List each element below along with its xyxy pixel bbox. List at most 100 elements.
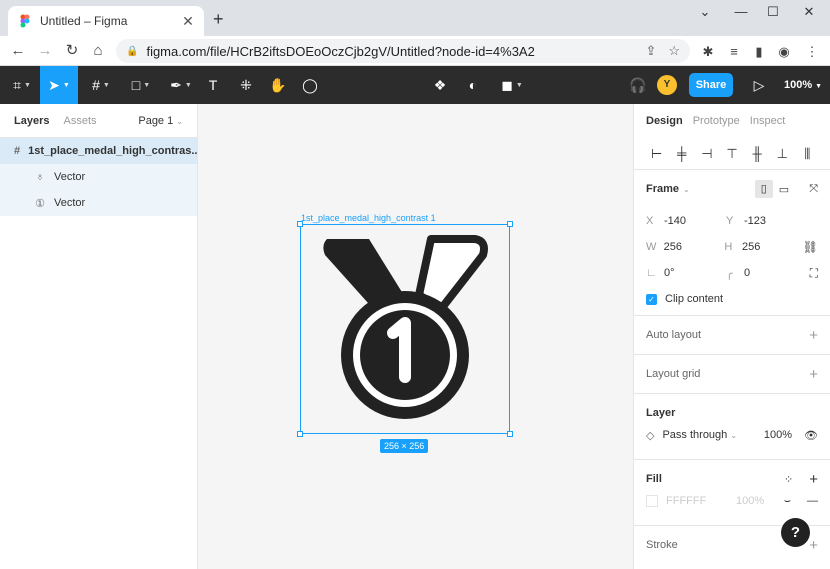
align-left-icon[interactable]: ⊢ bbox=[644, 146, 669, 162]
main-menu-button[interactable]: ⌗ ▼ bbox=[4, 66, 40, 104]
tab-design[interactable]: Design bbox=[646, 115, 683, 127]
frame-title[interactable]: Frame bbox=[646, 183, 679, 195]
fill-swatch[interactable] bbox=[646, 495, 658, 507]
profile-icon[interactable]: ◉ bbox=[776, 44, 792, 60]
frame-tool-button[interactable]: # ▼ bbox=[84, 66, 118, 104]
new-tab-icon[interactable]: + bbox=[213, 10, 224, 28]
constrain-proportions-icon[interactable]: ⛓ bbox=[803, 240, 818, 254]
comment-tool-button[interactable]: ◯ bbox=[298, 66, 322, 104]
minimize-icon[interactable]: — bbox=[726, 4, 756, 22]
align-top-icon[interactable]: ⊤ bbox=[719, 146, 744, 162]
present-button[interactable]: ▷ bbox=[748, 66, 770, 104]
browser-menu-icon[interactable]: ⋮ bbox=[804, 44, 820, 60]
forward-icon[interactable]: → bbox=[35, 41, 55, 61]
close-tab-icon[interactable]: ✕ bbox=[180, 13, 196, 30]
frame-label[interactable]: 1st_place_medal_high_contrast 1 bbox=[301, 213, 436, 223]
clip-content-checkbox[interactable]: ✓ bbox=[646, 293, 657, 305]
home-icon[interactable]: ⌂ bbox=[88, 41, 108, 61]
url-bar[interactable]: 🔒 figma.com/file/HCrB2iftsDOEoOczCjb2gV/… bbox=[116, 39, 690, 63]
share-page-icon[interactable]: ⇪ bbox=[645, 43, 656, 59]
design-canvas[interactable]: 1st_place_medal_high_contrast 1 256 × 25… bbox=[198, 104, 633, 569]
right-panel-tabs: Design Prototype Inspect bbox=[634, 104, 830, 138]
text-tool-button[interactable]: T bbox=[202, 66, 224, 104]
align-horizontal-center-icon[interactable]: ╪ bbox=[669, 146, 694, 161]
selected-frame[interactable] bbox=[297, 221, 513, 437]
close-window-icon[interactable]: ✕ bbox=[794, 4, 824, 22]
resize-handle[interactable] bbox=[507, 221, 513, 227]
back-icon[interactable]: ← bbox=[8, 41, 28, 61]
share-button[interactable]: Share bbox=[689, 73, 733, 97]
tab-layers[interactable]: Layers bbox=[14, 115, 49, 127]
hidden-eye-icon[interactable]: ⌣ bbox=[784, 495, 791, 508]
tab-inspect[interactable]: Inspect bbox=[750, 115, 785, 127]
pen-tool-button[interactable]: ✒ ▼ bbox=[164, 66, 198, 104]
component-button[interactable]: ❖ bbox=[428, 66, 452, 104]
chevron-down-icon: ⌄ bbox=[730, 431, 738, 440]
extensions-icon[interactable]: ✱ bbox=[700, 44, 716, 60]
cursor-icon: ➤ bbox=[48, 76, 60, 93]
maximize-icon[interactable]: ☐ bbox=[758, 4, 788, 22]
tab-prototype[interactable]: Prototype bbox=[693, 115, 740, 127]
auto-layout-section: Auto layout + bbox=[634, 316, 830, 355]
radius-input[interactable]: 0 bbox=[744, 267, 806, 279]
x-input[interactable]: -140 bbox=[664, 215, 726, 227]
boolean-button[interactable]: ◼ ▼ bbox=[496, 66, 528, 104]
resize-handle[interactable] bbox=[297, 221, 303, 227]
rotation-input[interactable]: 0° bbox=[664, 267, 726, 279]
landscape-icon[interactable]: ▭ bbox=[779, 183, 789, 196]
layer-vector-row[interactable]: ① Vector bbox=[0, 190, 197, 216]
browser-tab[interactable]: Untitled – Figma ✕ bbox=[8, 6, 204, 36]
figma-toolbar: ⌗ ▼ ➤ ▼ # ▼ □ ▼ ✒ ▼ T ⁜ ✋ ◯ ❖ ◐ ◼ ▼ 🎧 Y Share … bbox=[0, 66, 830, 104]
blend-mode-dropdown[interactable]: Pass through ⌄ bbox=[662, 429, 752, 441]
align-bottom-icon[interactable]: ⊥ bbox=[770, 146, 795, 162]
layer-opacity-input[interactable]: 100% bbox=[764, 429, 792, 441]
chevron-down-icon[interactable]: ⌄ bbox=[683, 185, 690, 194]
distribute-icon[interactable]: ⫼ bbox=[795, 146, 820, 162]
help-button[interactable]: ? bbox=[781, 518, 810, 547]
zoom-dropdown[interactable]: 100% ▼ bbox=[784, 66, 822, 104]
fill-opacity-input[interactable]: 100% bbox=[736, 495, 764, 507]
add-layout-grid-icon[interactable]: + bbox=[809, 366, 818, 383]
avatar[interactable]: Y bbox=[657, 75, 677, 95]
tab-assets[interactable]: Assets bbox=[63, 115, 96, 127]
independent-corners-icon[interactable]: ⛶ bbox=[810, 266, 818, 281]
height-input[interactable]: 256 bbox=[742, 241, 803, 253]
audio-button[interactable]: 🎧 bbox=[626, 66, 650, 104]
shape-tool-button[interactable]: □ ▼ bbox=[124, 66, 158, 104]
mask-button[interactable]: ◐ bbox=[461, 66, 485, 104]
frame-icon: # bbox=[92, 77, 100, 93]
properties-panel: Design Prototype Inspect ⊢ ╪ ⊣ ⊤ ╫ ⊥ ⫼ F… bbox=[633, 104, 830, 569]
contrast-icon: ◐ bbox=[468, 77, 478, 93]
media-icon[interactable]: ≡ bbox=[726, 44, 742, 60]
clip-content-label: Clip content bbox=[665, 293, 724, 305]
y-input[interactable]: -123 bbox=[744, 215, 806, 227]
page-selector[interactable]: Page 1 ⌄ bbox=[138, 115, 183, 127]
width-input[interactable]: 256 bbox=[664, 241, 725, 253]
add-fill-icon[interactable]: + bbox=[809, 471, 818, 488]
url-text: figma.com/file/HCrB2iftsDOEoOczCjb2gV/Un… bbox=[146, 43, 535, 59]
layer-frame-row[interactable]: # 1st_place_medal_high_contras... bbox=[0, 138, 197, 164]
resize-to-fit-icon[interactable]: ⤧ bbox=[809, 183, 818, 196]
fill-hex-input[interactable]: FFFFFF bbox=[666, 495, 736, 507]
styles-icon[interactable]: ⁘ bbox=[784, 473, 793, 486]
reload-icon[interactable]: ↻ bbox=[62, 41, 82, 61]
resources-button[interactable]: ⁜ bbox=[234, 66, 258, 104]
page-name: Page 1 bbox=[138, 114, 174, 127]
bookmark-star-icon[interactable]: ☆ bbox=[668, 43, 680, 59]
resize-handle[interactable] bbox=[507, 431, 513, 437]
remove-fill-icon[interactable]: — bbox=[807, 495, 818, 507]
chevron-down-icon[interactable]: ⌄ bbox=[690, 4, 720, 22]
portrait-icon[interactable]: ▯ bbox=[754, 180, 773, 198]
align-right-icon[interactable]: ⊣ bbox=[694, 146, 719, 162]
chevron-down-icon: ▼ bbox=[815, 83, 823, 90]
blend-row: ◇ Pass through ⌄ 100% 👁 bbox=[634, 422, 830, 448]
add-stroke-icon[interactable]: + bbox=[809, 537, 818, 554]
resize-handle[interactable] bbox=[297, 431, 303, 437]
move-tool-button[interactable]: ➤ ▼ bbox=[40, 66, 78, 104]
eye-icon[interactable]: 👁 bbox=[804, 429, 818, 442]
add-auto-layout-icon[interactable]: + bbox=[809, 327, 818, 344]
layer-vector-row[interactable]: ♁ Vector bbox=[0, 164, 197, 190]
align-vertical-center-icon[interactable]: ╫ bbox=[745, 146, 770, 161]
hand-tool-button[interactable]: ✋ bbox=[266, 66, 290, 104]
sidebar-icon[interactable]: ▮ bbox=[751, 44, 767, 60]
